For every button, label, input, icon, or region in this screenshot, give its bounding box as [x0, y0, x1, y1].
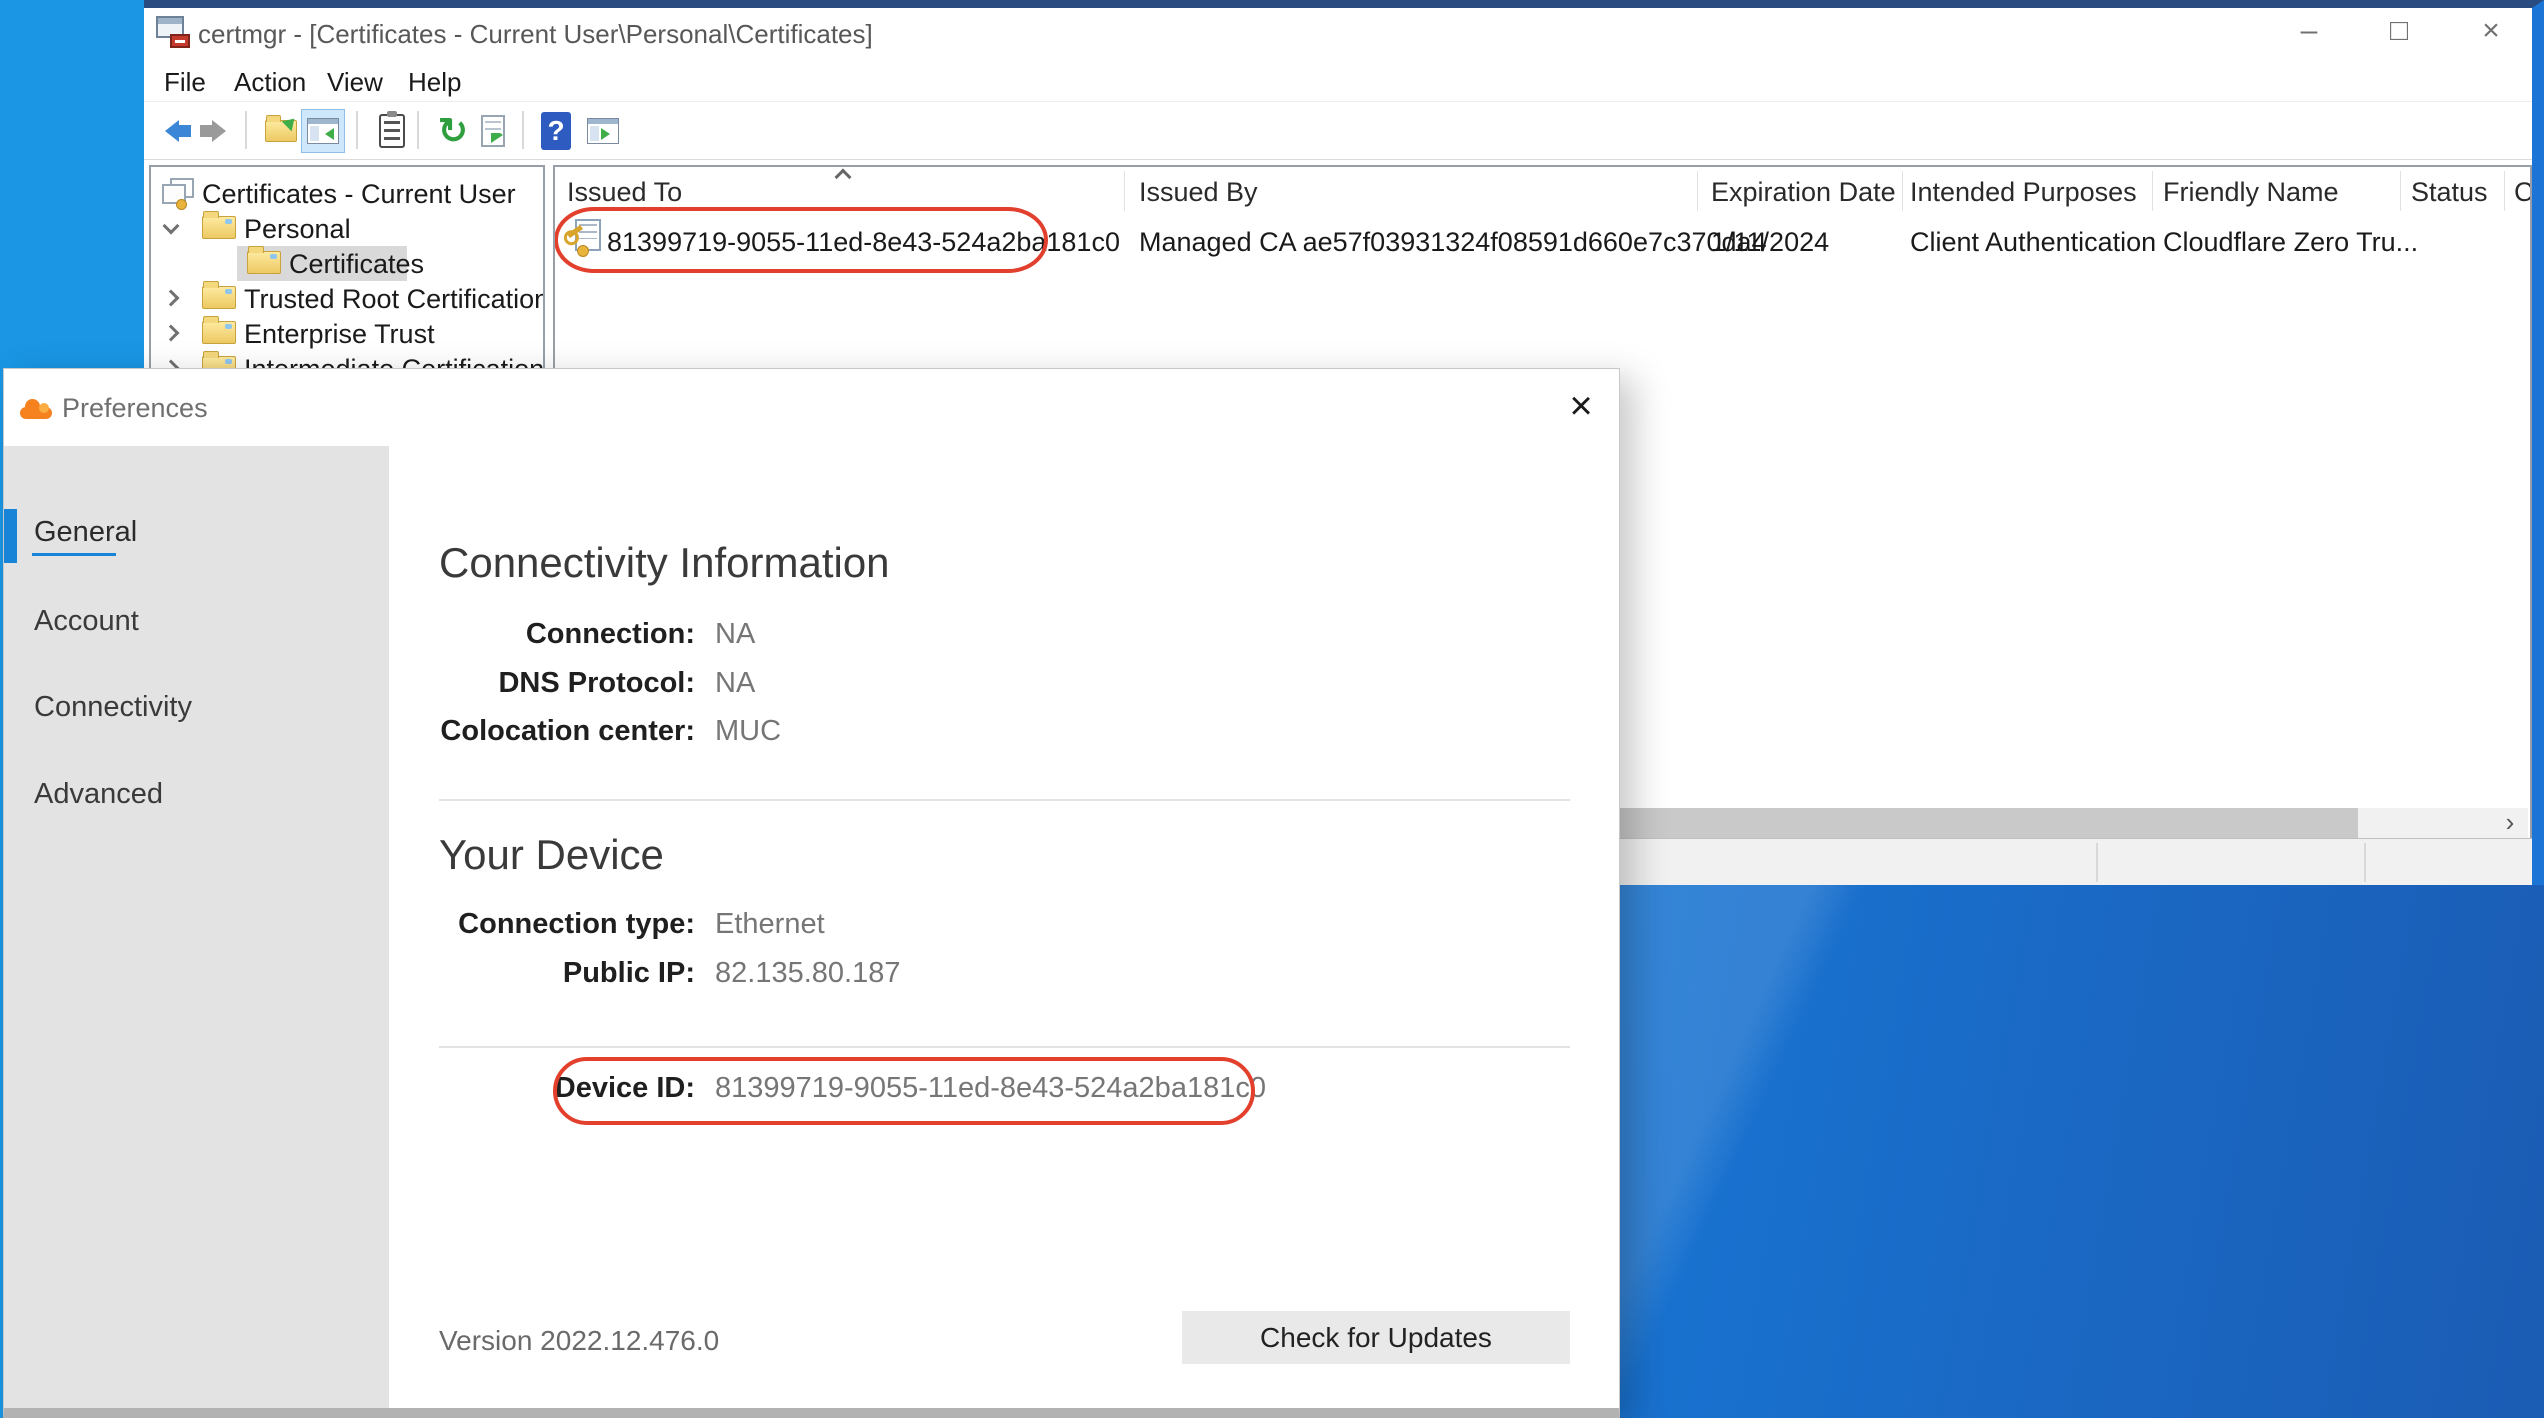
- folder-icon: [247, 251, 281, 274]
- tree-item-certificates-selected[interactable]: Certificates: [151, 246, 543, 281]
- close-button[interactable]: ×: [2456, 8, 2526, 54]
- section-divider: [439, 1046, 1570, 1048]
- cloudflare-logo-icon: [20, 393, 58, 421]
- section-divider: [439, 799, 1570, 801]
- maximize-button[interactable]: □: [2364, 8, 2434, 54]
- column-header-certificate[interactable]: Ce: [2514, 177, 2532, 208]
- chevron-right-icon[interactable]: [163, 290, 180, 307]
- tree-item-enterprise-trust[interactable]: Enterprise Trust: [151, 316, 543, 351]
- minimize-button[interactable]: –: [2274, 8, 2344, 54]
- chevron-down-icon[interactable]: [163, 218, 180, 235]
- menu-help[interactable]: Help: [402, 65, 467, 100]
- column-header-intended-purposes[interactable]: Intended Purposes: [1910, 177, 2137, 208]
- menu-view[interactable]: View: [321, 65, 389, 100]
- menu-action[interactable]: Action: [228, 65, 312, 100]
- up-one-level-icon[interactable]: [259, 109, 303, 153]
- column-header-expiration-date[interactable]: Expiration Date: [1711, 177, 1896, 208]
- folder-icon: [202, 216, 236, 239]
- tab-general[interactable]: General: [34, 516, 137, 549]
- menu-file[interactable]: File: [158, 65, 212, 100]
- column-header-status[interactable]: Status: [2411, 177, 2488, 208]
- version-text: Version 2022.12.476.0: [439, 1325, 719, 1357]
- back-icon[interactable]: [150, 109, 194, 153]
- certmgr-window-title: certmgr - [Certificates - Current User\P…: [198, 19, 873, 50]
- cell-expiration-date[interactable]: 1/11/2024: [1711, 227, 1829, 258]
- chevron-right-icon[interactable]: [163, 325, 180, 342]
- preferences-dialog: Preferences × General Account Connectivi…: [3, 368, 1620, 1418]
- connectivity-information-heading: Connectivity Information: [439, 539, 890, 587]
- forward-icon[interactable]: [196, 109, 240, 153]
- tab-advanced[interactable]: Advanced: [34, 778, 163, 811]
- tab-connectivity[interactable]: Connectivity: [34, 691, 192, 724]
- sort-ascending-icon: [835, 169, 852, 186]
- colocation-center-row: Colocation center: MUC: [439, 715, 781, 748]
- tab-account[interactable]: Account: [34, 605, 139, 638]
- dns-protocol-row: DNS Protocol: NA: [439, 667, 755, 700]
- cell-intended-purposes[interactable]: Client Authentication: [1910, 227, 2156, 258]
- public-ip-row: Public IP: 82.135.80.187: [439, 957, 900, 990]
- refresh-icon[interactable]: ↻: [431, 109, 475, 153]
- check-for-updates-button[interactable]: Check for Updates: [1182, 1311, 1570, 1364]
- show-console-tree-icon[interactable]: [301, 109, 345, 153]
- connection-row: Connection: NA: [439, 618, 755, 651]
- folder-icon: [202, 321, 236, 344]
- your-device-heading: Your Device: [439, 831, 664, 879]
- properties-icon[interactable]: [370, 109, 414, 153]
- selected-tab-underline: [32, 553, 116, 556]
- column-header-friendly-name[interactable]: Friendly Name: [2163, 177, 2339, 208]
- certmgr-titlebar: certmgr - [Certificates - Current User\P…: [144, 8, 2532, 57]
- annotation-ellipse-issued-to: [554, 207, 1048, 273]
- preferences-sidebar: General Account Connectivity Advanced: [4, 446, 389, 1408]
- dialog-title: Preferences: [62, 393, 208, 424]
- help-icon[interactable]: [534, 109, 578, 153]
- selected-tab-indicator: [4, 509, 17, 563]
- tree-item-trusted-root[interactable]: Trusted Root Certification Au: [151, 281, 543, 316]
- annotation-ellipse-device-id: [553, 1057, 1255, 1125]
- certmgr-menubar: File Action View Help: [144, 57, 2532, 102]
- folder-icon: [202, 286, 236, 309]
- tree-item-certificates-current-user[interactable]: Certificates - Current User: [151, 176, 543, 211]
- cell-issued-by[interactable]: Managed CA ae57f03931324f08591d660e7c370…: [1139, 227, 1767, 258]
- column-header-issued-by[interactable]: Issued By: [1139, 177, 1258, 208]
- certmgr-app-icon: [156, 16, 190, 48]
- column-header-issued-to[interactable]: Issued To: [567, 177, 682, 208]
- scrollbar-right-arrow[interactable]: ›: [2492, 808, 2528, 838]
- cell-friendly-name[interactable]: Cloudflare Zero Tru...: [2163, 227, 2418, 258]
- connection-type-row: Connection type: Ethernet: [439, 908, 825, 941]
- tree-item-personal[interactable]: Personal: [151, 211, 543, 246]
- certmgr-toolbar: ↻: [144, 103, 2532, 160]
- dialog-close-icon[interactable]: ×: [1556, 381, 1606, 431]
- export-list-icon[interactable]: [471, 109, 515, 153]
- new-window-icon[interactable]: [581, 109, 625, 153]
- certificates-store-icon: [162, 178, 198, 208]
